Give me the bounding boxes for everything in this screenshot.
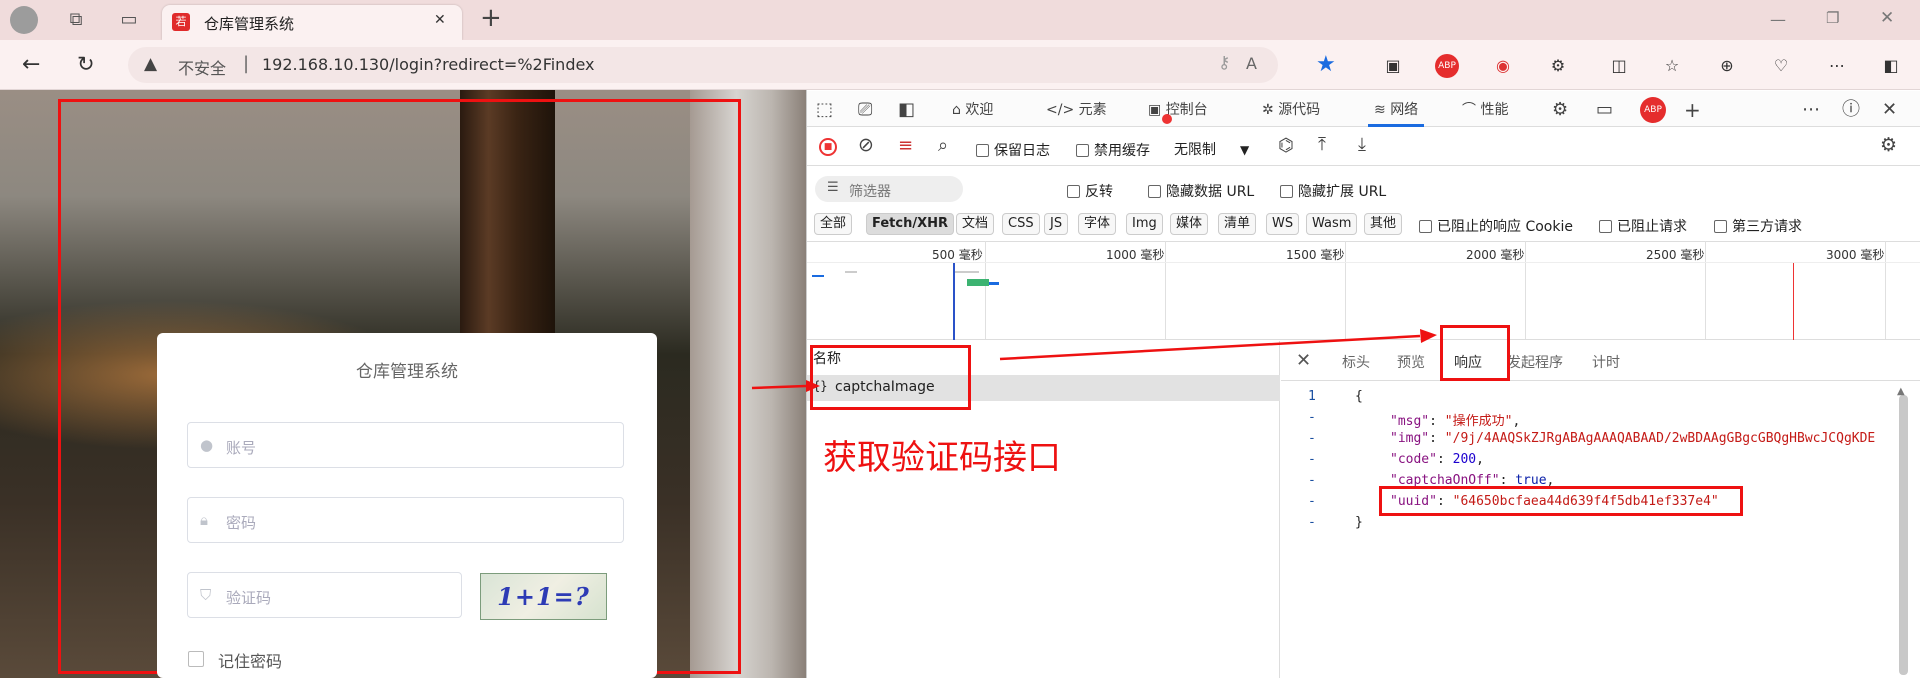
arrowhead bbox=[1420, 329, 1437, 343]
arrowhead bbox=[806, 380, 820, 392]
annotation-arrows bbox=[751, 329, 1437, 392]
arrow-to-response-tab bbox=[999, 334, 1421, 361]
arrow-to-request bbox=[751, 384, 807, 390]
